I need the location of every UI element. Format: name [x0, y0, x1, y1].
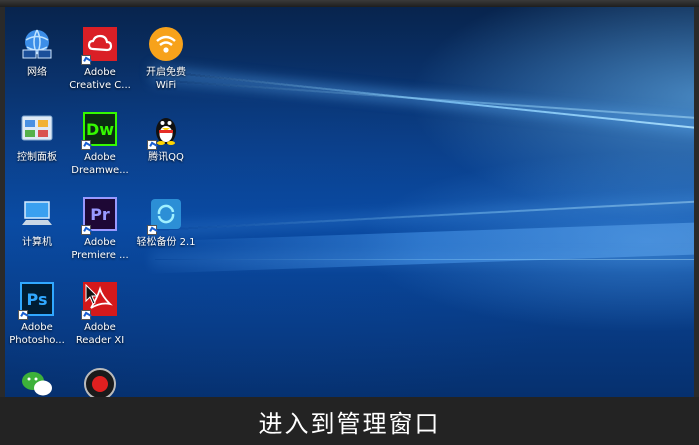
- wallpaper-light-band: [145, 222, 694, 274]
- screen-recorder-icon: [81, 365, 119, 397]
- desktop-icon-wechat[interactable]: [5, 365, 69, 397]
- wallpaper-light-beam: [154, 79, 694, 130]
- caption-text: 进入到管理窗口: [258, 409, 441, 438]
- shortcut-arrow-icon: [81, 225, 91, 235]
- shortcut-arrow-icon: [81, 310, 91, 320]
- computer-icon: [18, 195, 56, 233]
- shortcut-arrow-icon: [147, 140, 157, 150]
- desktop-icon-label: 控制面板: [17, 152, 57, 163]
- desktop-icon-network[interactable]: 网络: [5, 25, 69, 103]
- desktop-icon-computer[interactable]: 计算机: [5, 195, 69, 273]
- network-icon: [18, 25, 56, 63]
- desktop-icon-label: 腾讯QQ: [148, 152, 184, 163]
- backup-icon: [147, 195, 185, 235]
- desktop-icon-dreamweaver[interactable]: Dw Adobe Dreamwe...: [68, 110, 132, 188]
- desktop-icon-photoshop[interactable]: Ps Adobe Photosho...: [5, 280, 69, 358]
- free-wifi-icon: [147, 25, 185, 63]
- desktop-icon-label: Adobe Premiere ...: [71, 237, 129, 261]
- desktop-icon-control-panel[interactable]: 控制面板: [5, 110, 69, 188]
- desktop-icon-creative-cloud[interactable]: Adobe Creative C...: [68, 25, 132, 103]
- shortcut-arrow-icon: [147, 225, 157, 235]
- desktop-icon-free-wifi[interactable]: 开启免费 WiFi: [134, 25, 198, 103]
- dreamweaver-icon: Dw: [81, 110, 119, 150]
- wallpaper-light-beam: [155, 259, 694, 260]
- desktop-icon-screen-recorder[interactable]: [68, 365, 132, 397]
- desktop-screen: 网络 控制面板 计算机 Ps Adobe Photosho... Adobe C…: [5, 7, 694, 397]
- caption-bar: 进入到管理窗口: [0, 397, 699, 445]
- shortcut-arrow-icon: [81, 140, 91, 150]
- photoshop-icon: Ps: [18, 280, 56, 320]
- desktop-icon-label: Adobe Creative C...: [69, 67, 131, 91]
- desktop-icon-label: Adobe Reader XI: [75, 322, 125, 346]
- qq-penguin-icon: [147, 110, 185, 150]
- premiere-icon: Pr: [81, 195, 119, 235]
- desktop-icon-premiere[interactable]: Pr Adobe Premiere ...: [68, 195, 132, 273]
- desktop-icon-acrobat-reader[interactable]: Adobe Reader XI: [68, 280, 132, 358]
- adobe-creative-cloud-icon: [81, 25, 119, 65]
- shortcut-arrow-icon: [81, 55, 91, 65]
- desktop-icon-qq[interactable]: 腾讯QQ: [134, 110, 198, 188]
- control-panel-icon: [18, 110, 56, 148]
- desktop-icon-label: 网络: [27, 67, 47, 78]
- desktop-icon-label: 开启免费 WiFi: [146, 67, 186, 91]
- wechat-icon: [18, 365, 56, 397]
- desktop-icon-label: Adobe Dreamwe...: [71, 152, 129, 176]
- desktop-icon-label: 轻松备份 2.1: [136, 237, 196, 248]
- wallpaper-light-beam: [154, 70, 694, 146]
- shortcut-arrow-icon: [18, 310, 28, 320]
- window-top-strip: [0, 0, 699, 7]
- desktop-icon-label: Adobe Photosho...: [9, 322, 65, 346]
- desktop-icon-backup[interactable]: 轻松备份 2.1: [134, 195, 198, 273]
- desktop-icon-label: 计算机: [22, 237, 52, 248]
